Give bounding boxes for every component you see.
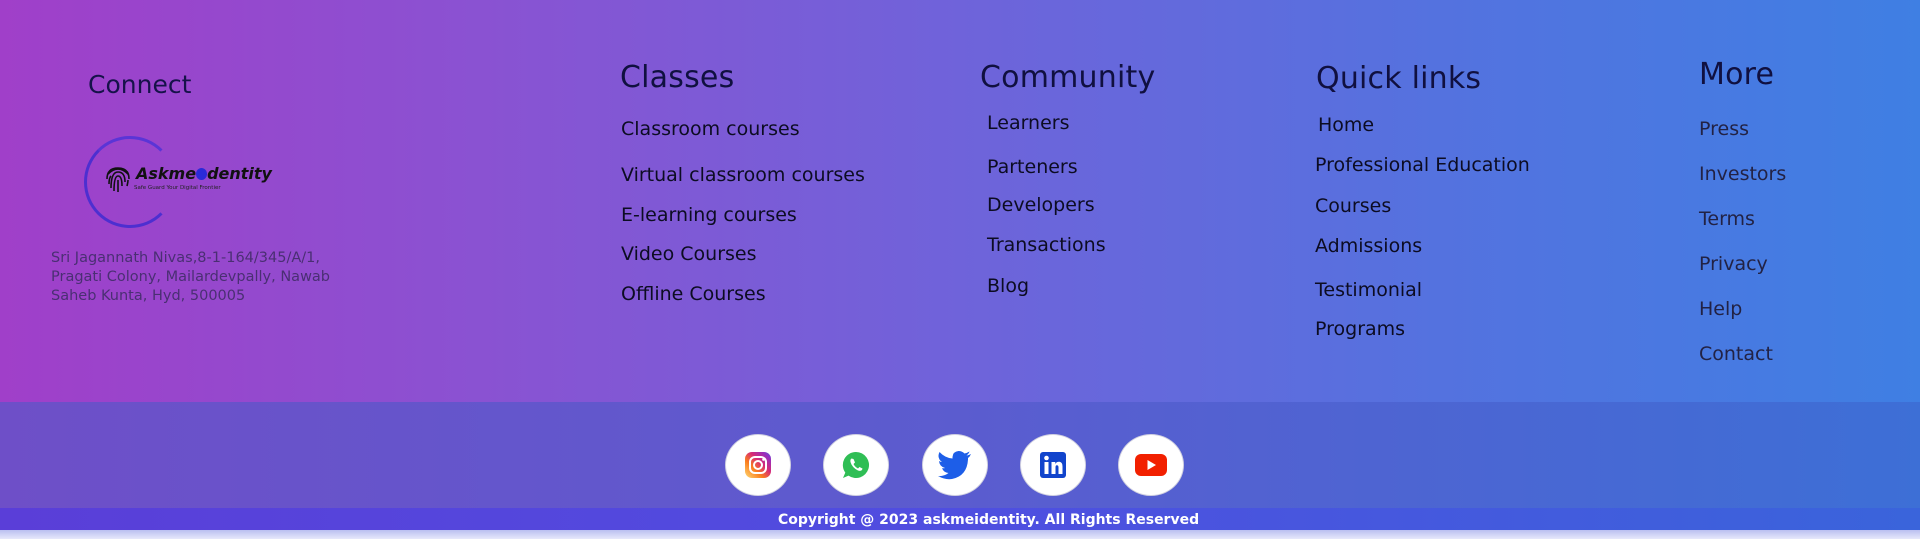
address-line: Saheb Kunta, Hyd, 500005: [51, 288, 246, 304]
instagram-icon: [745, 452, 771, 478]
link-professional-education[interactable]: Professional Education: [1315, 154, 1530, 176]
page-bottom-edge: [0, 530, 1920, 539]
whatsapp-button[interactable]: [823, 434, 889, 496]
footer-main: [0, 0, 1920, 402]
link-help[interactable]: Help: [1699, 298, 1742, 320]
link-classroom-courses[interactable]: Classroom courses: [621, 118, 800, 140]
link-investors[interactable]: Investors: [1699, 163, 1786, 185]
twitter-button[interactable]: [922, 434, 988, 496]
address-line: Sri Jagannath Nivas,8-1-164/345/A/1,: [51, 250, 320, 266]
classes-heading: Classes: [620, 60, 735, 95]
link-e-learning-courses[interactable]: E-learning courses: [621, 204, 797, 226]
link-terms[interactable]: Terms: [1699, 208, 1755, 230]
link-video-courses[interactable]: Video Courses: [621, 243, 757, 265]
link-learners[interactable]: Learners: [987, 112, 1070, 134]
link-offline-courses[interactable]: Offline Courses: [621, 283, 766, 305]
logo-wordmark: Askme dentity: [136, 164, 272, 183]
link-press[interactable]: Press: [1699, 118, 1749, 140]
link-blog[interactable]: Blog: [987, 275, 1029, 297]
connect-heading: Connect: [88, 70, 192, 99]
link-transactions[interactable]: Transactions: [987, 234, 1106, 256]
link-home[interactable]: Home: [1318, 114, 1374, 136]
copyright-text: Copyright @ 2023 askmeidentity. All Righ…: [778, 512, 1200, 528]
link-admissions[interactable]: Admissions: [1315, 235, 1422, 257]
link-testimonial[interactable]: Testimonial: [1315, 279, 1422, 301]
youtube-button[interactable]: [1118, 434, 1184, 496]
fingerprint-icon: [106, 167, 130, 192]
twitter-icon: [938, 451, 971, 480]
youtube-icon: [1135, 454, 1167, 476]
link-programs[interactable]: Programs: [1315, 318, 1405, 340]
address-line: Pragati Colony, Mailardevpally, Nawab: [51, 269, 331, 285]
link-courses[interactable]: Courses: [1315, 195, 1391, 217]
company-logo[interactable]: Askme dentity Safe Guard Your Digital Fro…: [84, 136, 272, 228]
linkedin-icon: [1040, 452, 1066, 478]
link-contact[interactable]: Contact: [1699, 343, 1773, 365]
link-developers[interactable]: Developers: [987, 194, 1095, 216]
link-privacy[interactable]: Privacy: [1699, 253, 1768, 275]
logo-tagline: Safe Guard Your Digital Frontier: [134, 185, 221, 191]
linkedin-button[interactable]: [1020, 434, 1086, 496]
whatsapp-icon: [842, 451, 870, 478]
link-parteners[interactable]: Parteners: [987, 156, 1078, 178]
company-address: Sri Jagannath Nivas,8-1-164/345/A/1, Pra…: [51, 249, 341, 306]
more-heading: More: [1699, 57, 1775, 92]
quick-links-heading: Quick links: [1316, 61, 1482, 96]
link-virtual-classroom-courses[interactable]: Virtual classroom courses: [621, 164, 865, 186]
community-heading: Community: [980, 60, 1156, 95]
instagram-button[interactable]: [725, 434, 791, 496]
